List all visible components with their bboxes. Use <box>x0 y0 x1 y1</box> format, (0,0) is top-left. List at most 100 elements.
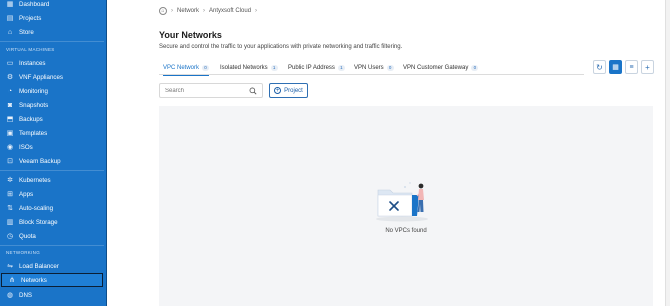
list-view-button[interactable]: ≡ <box>625 60 638 74</box>
tab-count-badge: 1 <box>337 64 345 71</box>
breadcrumb-cloud[interactable]: Antyxsoft Cloud <box>209 8 251 14</box>
tab-label: VPN Customer Gateway <box>403 64 469 71</box>
sidebar-item-label: Backups <box>19 115 43 123</box>
kubernetes-icon: ✲ <box>7 176 13 184</box>
sidebar-item-monitoring[interactable]: ◔ Monitoring <box>0 84 104 98</box>
sidebar-item-dns[interactable]: ◍ DNS <box>0 288 104 302</box>
sidebar-item-label: DNS <box>19 291 33 299</box>
page-title: Your Networks <box>159 30 222 40</box>
sidebar-item-snapshots[interactable]: ◙ Snapshots <box>0 98 104 112</box>
add-button[interactable]: + <box>641 60 654 74</box>
home-icon[interactable]: ⌂ <box>159 7 167 15</box>
tab-public-ip-address[interactable]: Public IP Address 1 <box>288 60 345 75</box>
search-input[interactable] <box>165 87 245 94</box>
sidebar-item-label: Snapshots <box>19 101 49 109</box>
sidebar-item-isos[interactable]: ◉ ISOs <box>0 140 104 154</box>
load-balancer-icon: ⇋ <box>7 262 13 270</box>
tab-count-badge: 1 <box>270 64 278 71</box>
sidebar-item-networks[interactable]: ⋔ Networks <box>1 273 103 287</box>
sidebar-item-instances[interactable]: ▭ Instances <box>0 56 104 70</box>
empty-state-message: No VPCs found <box>385 228 427 234</box>
sidebar-item-label: Block Storage <box>19 218 58 226</box>
sidebar-item-label: Networks <box>21 276 47 284</box>
sidebar-item-kubernetes[interactable]: ✲ Kubernetes <box>0 173 104 187</box>
sidebar-item-apps[interactable]: ⊞ Apps <box>0 187 104 201</box>
breadcrumb-separator: › <box>203 8 206 14</box>
sidebar-item-load-balancer[interactable]: ⇋ Load Balancer <box>0 259 104 273</box>
search-icon[interactable] <box>249 87 257 95</box>
sidebar-item-label: Projects <box>19 14 42 22</box>
app-frame: ▦ Dashboard ▤ Projects ⌂ Store VIRTUAL M… <box>0 0 670 306</box>
tab-label: Public IP Address <box>288 64 335 71</box>
autoscaling-icon: ⇅ <box>7 204 13 212</box>
tab-vpn-customer-gateway[interactable]: VPN Customer Gateway 0 <box>403 60 479 75</box>
veeam-icon: ⊡ <box>7 157 13 165</box>
store-icon: ⌂ <box>7 28 13 36</box>
tab-label: VPC Network <box>163 64 200 71</box>
dashboard-icon: ▦ <box>6 0 14 8</box>
refresh-button[interactable]: ↻ <box>593 60 606 74</box>
tab-label: Isolated Networks <box>220 64 268 71</box>
templates-icon: ▣ <box>6 129 14 137</box>
sidebar-item-store[interactable]: ⌂ Store <box>0 25 104 39</box>
sidebar-section-networking: NETWORKING <box>6 250 40 255</box>
tab-vpc-network[interactable]: VPC Network 0 <box>163 60 210 76</box>
plus-icon: + <box>274 87 282 94</box>
sidebar-item-block-storage[interactable]: ▥ Block Storage <box>0 215 104 229</box>
sidebar-item-label: VNF Appliances <box>19 73 64 81</box>
sidebar-item-label: Monitoring <box>19 87 48 95</box>
project-button[interactable]: + Project <box>269 83 308 98</box>
project-button-label: Project <box>284 87 303 94</box>
sidebar-divider <box>0 41 104 42</box>
tab-bar: VPC Network 0 Isolated Networks 1 Public… <box>159 60 584 76</box>
sidebar-item-label: Store <box>19 28 34 36</box>
iso-icon: ◉ <box>6 143 14 151</box>
sidebar-item-dashboard[interactable]: ▦ Dashboard <box>0 0 104 11</box>
sidebar-item-label: Templates <box>19 129 48 137</box>
sidebar-item-label: Kubernetes <box>19 176 51 184</box>
networks-icon: ⋔ <box>9 276 15 284</box>
sidebar-item-label: Apps <box>19 190 34 198</box>
sidebar-divider <box>0 245 104 246</box>
scrollbar[interactable] <box>665 0 670 306</box>
sidebar-item-quota[interactable]: ◷ Quota <box>0 229 104 243</box>
breadcrumb-separator: › <box>171 8 173 14</box>
sidebar-item-vnf-appliances[interactable]: ⚙ VNF Appliances <box>0 70 104 84</box>
sidebar: ▦ Dashboard ▤ Projects ⌂ Store VIRTUAL M… <box>0 0 107 306</box>
instances-icon: ▭ <box>6 59 14 67</box>
projects-icon: ▤ <box>6 14 14 22</box>
empty-folder-illustration <box>376 182 428 222</box>
sidebar-item-label: Auto-scaling <box>19 204 54 212</box>
sidebar-item-label: Veeam Backup <box>19 157 61 165</box>
sidebar-item-label: Instances <box>19 59 46 67</box>
grid-view-button[interactable]: ▦ <box>609 60 622 74</box>
quota-icon: ◷ <box>6 232 14 240</box>
snapshots-icon: ◙ <box>7 101 13 109</box>
page-description: Secure and control the traffic to your a… <box>159 44 403 50</box>
sidebar-item-backups[interactable]: ⬒ Backups <box>0 112 104 126</box>
sidebar-section-vm: VIRTUAL MACHINES <box>6 47 55 52</box>
sidebar-item-auto-scaling[interactable]: ⇅ Auto-scaling <box>0 201 104 215</box>
breadcrumb: ⌂ › Network › Antyxsoft Cloud › <box>159 7 261 15</box>
refresh-icon: ↻ <box>596 62 603 72</box>
sidebar-item-templates[interactable]: ▣ Templates <box>0 126 104 140</box>
tab-label: VPN Users <box>354 64 384 71</box>
sidebar-item-label: Dashboard <box>19 0 50 8</box>
block-storage-icon: ▥ <box>6 218 14 226</box>
apps-icon: ⊞ <box>7 190 13 198</box>
sidebar-item-label: ISOs <box>19 143 33 151</box>
list-view-icon: ≡ <box>629 63 634 71</box>
tab-vpn-users[interactable]: VPN Users 0 <box>354 60 394 75</box>
sidebar-divider <box>0 170 104 171</box>
sidebar-item-projects[interactable]: ▤ Projects <box>0 11 104 25</box>
tab-count-badge: 0 <box>471 64 479 71</box>
search-box <box>159 83 263 98</box>
dns-icon: ◍ <box>6 291 14 299</box>
sidebar-item-label: Quota <box>19 232 36 240</box>
tab-count-badge: 0 <box>202 64 210 71</box>
backups-icon: ⬒ <box>6 115 14 123</box>
breadcrumb-network[interactable]: Network <box>177 8 199 14</box>
tab-count-badge: 0 <box>386 64 394 71</box>
tab-isolated-networks[interactable]: Isolated Networks 1 <box>220 60 278 75</box>
sidebar-item-veeam-backup[interactable]: ⊡ Veeam Backup <box>0 154 104 168</box>
